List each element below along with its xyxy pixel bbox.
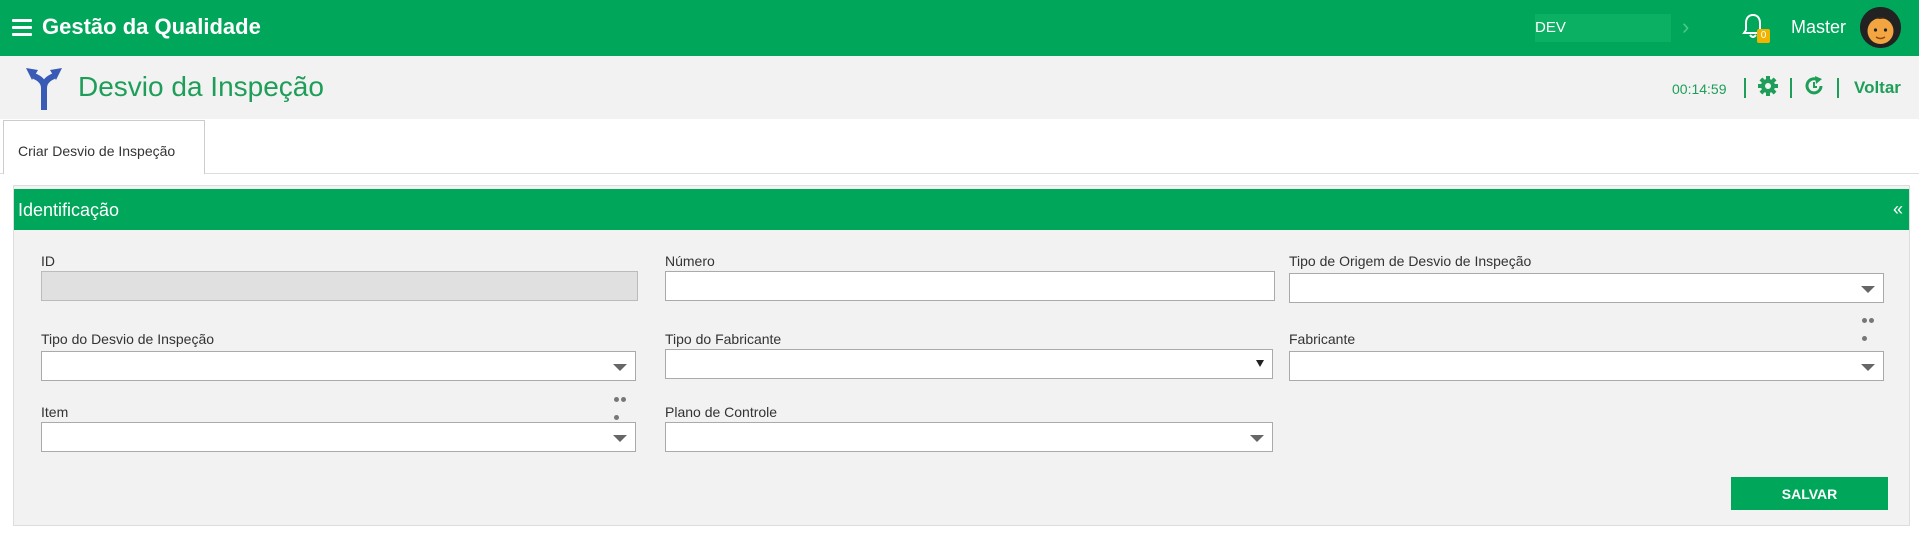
more-options-icon[interactable]: [1862, 310, 1882, 341]
tipo-desvio-select[interactable]: [41, 351, 636, 381]
back-link[interactable]: Voltar: [1854, 78, 1901, 98]
tipo-desvio-label: Tipo do Desvio de Inspeção: [41, 331, 215, 347]
gear-icon[interactable]: [1757, 75, 1779, 97]
chevron-down-icon: [1250, 435, 1264, 442]
item-label: Item: [41, 404, 69, 420]
chevron-down-icon: [1861, 364, 1875, 371]
top-bar: Gestão da Qualidade DEV › 0 Master: [0, 0, 1919, 56]
hamburger-menu-icon[interactable]: [12, 19, 32, 36]
numero-label: Número: [665, 253, 715, 269]
save-button[interactable]: SALVAR: [1731, 477, 1888, 510]
id-label: ID: [41, 253, 55, 269]
page-title: Desvio da Inspeção: [78, 71, 324, 102]
separator: [1790, 78, 1792, 98]
fabricante-select[interactable]: [1289, 351, 1884, 381]
page-header: Desvio da Inspeção 00:14:59 Voltar: [0, 56, 1919, 119]
refresh-icon[interactable]: [1803, 75, 1825, 97]
tipo-origem-select[interactable]: [1289, 273, 1884, 303]
session-timer: 00:14:59: [1672, 81, 1727, 97]
fabricante-label: Fabricante: [1289, 331, 1356, 347]
environment-selector[interactable]: DEV: [1535, 14, 1671, 42]
panel-header[interactable]: Identificação «: [14, 189, 1909, 230]
tab-criar-desvio[interactable]: Criar Desvio de Inspeção: [3, 120, 205, 174]
panel-title: Identificação: [18, 200, 120, 220]
id-field: [41, 271, 638, 301]
notification-bell-icon[interactable]: 0: [1742, 12, 1770, 44]
chevron-down-icon: [613, 435, 627, 442]
chevron-down-icon: [613, 364, 627, 371]
user-name[interactable]: Master: [1791, 17, 1846, 38]
item-select[interactable]: [41, 422, 636, 452]
separator: [1837, 78, 1839, 98]
identification-panel: Identificação « ID Número Tipo de Origem…: [13, 185, 1910, 526]
tipo-fabricante-label: Tipo do Fabricante: [665, 331, 782, 347]
separator: [1744, 78, 1746, 98]
tipo-fabricante-select[interactable]: [665, 349, 1273, 379]
tipo-origem-label: Tipo de Origem de Desvio de Inspeção: [1289, 253, 1532, 269]
split-arrow-icon: [22, 64, 66, 112]
app-title: Gestão da Qualidade: [42, 14, 261, 39]
collapse-icon[interactable]: «: [1893, 199, 1903, 220]
user-avatar[interactable]: [1860, 7, 1901, 48]
dropdown-arrow-icon: [1256, 360, 1264, 367]
chevron-down-icon: [1861, 286, 1875, 293]
notification-count-badge: 0: [1757, 29, 1770, 43]
more-options-icon[interactable]: [614, 389, 634, 420]
numero-input[interactable]: [665, 271, 1275, 301]
tab-strip: Criar Desvio de Inspeção: [0, 119, 1919, 174]
plano-controle-label: Plano de Controle: [665, 404, 778, 420]
chevron-right-icon[interactable]: ›: [1682, 14, 1700, 40]
plano-controle-select[interactable]: [665, 422, 1273, 452]
